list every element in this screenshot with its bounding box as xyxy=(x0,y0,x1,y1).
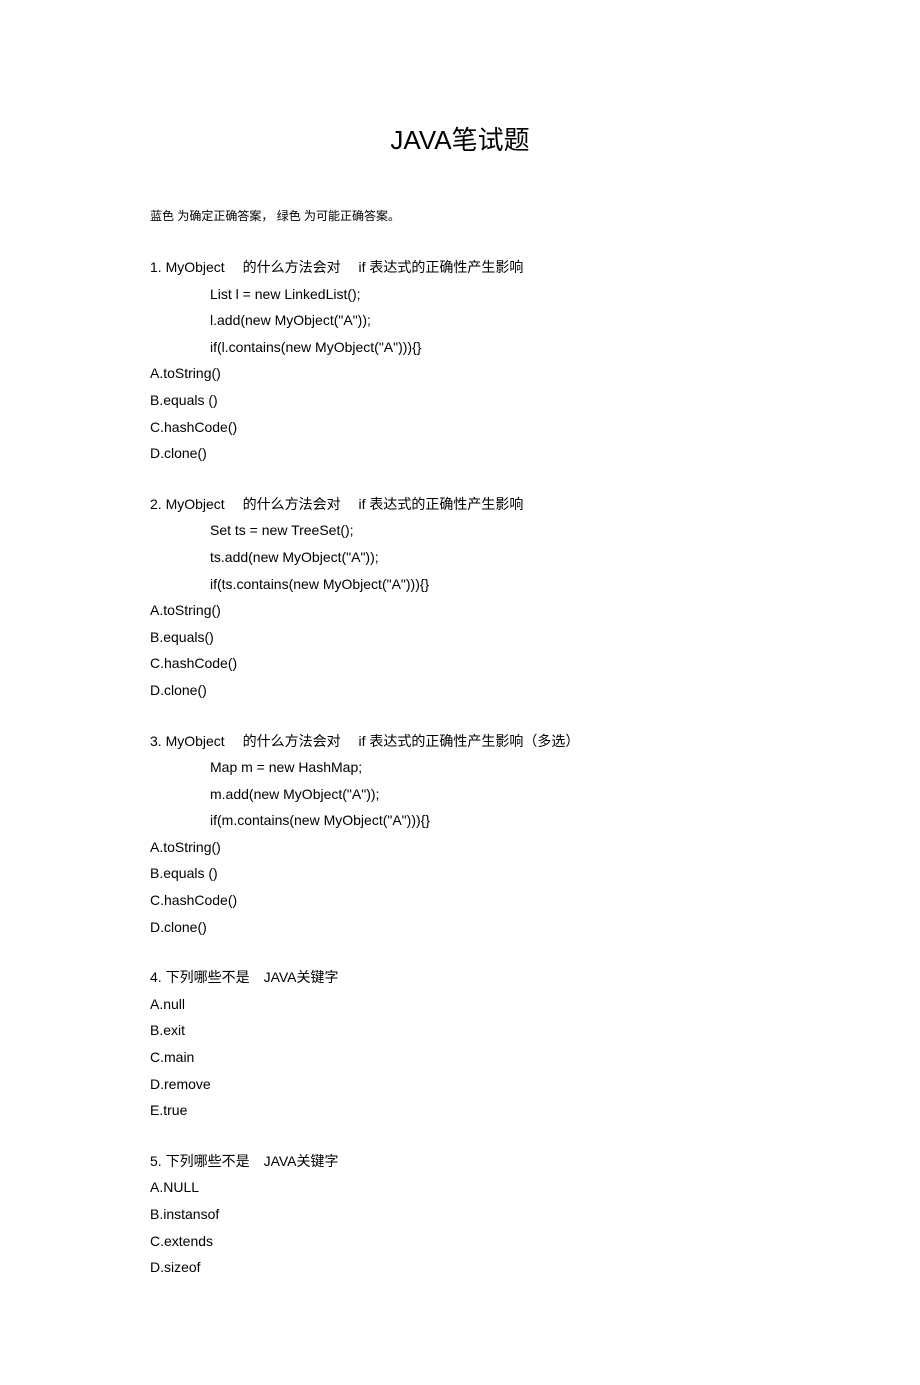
q5-option-b: B.instansof xyxy=(150,1201,770,1228)
q5-option-c: C.extends xyxy=(150,1228,770,1255)
q1-code-3: if(l.contains(new MyObject("A"))){} xyxy=(150,334,770,361)
q2-option-a: A.toString() xyxy=(150,597,770,624)
q4-option-a: A.null xyxy=(150,991,770,1018)
document-page: JAVA笔试题 蓝色 为确定正确答案， 绿色 为可能正确答案。 1. MyObj… xyxy=(0,0,920,1385)
q1-code-1: List l = new LinkedList(); xyxy=(150,281,770,308)
question-4: 4. 下列哪些不是 JAVA关键字 A.null B.exit C.main D… xyxy=(150,964,770,1124)
q4-option-c: C.main xyxy=(150,1044,770,1071)
q1-option-c: C.hashCode() xyxy=(150,414,770,441)
q4-option-d: D.remove xyxy=(150,1071,770,1098)
q2-code-1: Set ts = new TreeSet(); xyxy=(150,517,770,544)
question-1: 1. MyObject 的什么方法会对 if 表达式的正确性产生影响 List … xyxy=(150,254,770,467)
q3-code-1: Map m = new HashMap; xyxy=(150,754,770,781)
q3-code-3: if(m.contains(new MyObject("A"))){} xyxy=(150,807,770,834)
q5-option-d: D.sizeof xyxy=(150,1254,770,1281)
question-2: 2. MyObject 的什么方法会对 if 表达式的正确性产生影响 Set t… xyxy=(150,491,770,704)
q3-option-a: A.toString() xyxy=(150,834,770,861)
page-title: JAVA笔试题 xyxy=(150,120,770,157)
q1-head: 1. MyObject 的什么方法会对 if 表达式的正确性产生影响 xyxy=(150,254,770,281)
q2-option-d: D.clone() xyxy=(150,677,770,704)
q3-option-b: B.equals () xyxy=(150,860,770,887)
q2-code-2: ts.add(new MyObject("A")); xyxy=(150,544,770,571)
q5-option-a: A.NULL xyxy=(150,1174,770,1201)
q4-option-e: E.true xyxy=(150,1097,770,1124)
q4-head: 4. 下列哪些不是 JAVA关键字 xyxy=(150,964,770,991)
q4-option-b: B.exit xyxy=(150,1017,770,1044)
q3-head: 3. MyObject 的什么方法会对 if 表达式的正确性产生影响（多选） xyxy=(150,728,770,755)
q3-option-c: C.hashCode() xyxy=(150,887,770,914)
q2-option-b: B.equals() xyxy=(150,624,770,651)
q3-code-2: m.add(new MyObject("A")); xyxy=(150,781,770,808)
note-blue: 蓝色 为确定正确答案， xyxy=(150,209,273,223)
q1-code-2: l.add(new MyObject("A")); xyxy=(150,307,770,334)
question-5: 5. 下列哪些不是 JAVA关键字 A.NULL B.instansof C.e… xyxy=(150,1148,770,1281)
q1-option-d: D.clone() xyxy=(150,440,770,467)
q3-option-d: D.clone() xyxy=(150,914,770,941)
question-3: 3. MyObject 的什么方法会对 if 表达式的正确性产生影响（多选） M… xyxy=(150,728,770,941)
legend-note: 蓝色 为确定正确答案， 绿色 为可能正确答案。 xyxy=(150,207,770,224)
q1-option-a: A.toString() xyxy=(150,360,770,387)
q2-option-c: C.hashCode() xyxy=(150,650,770,677)
q1-option-b: B.equals () xyxy=(150,387,770,414)
q2-code-3: if(ts.contains(new MyObject("A"))){} xyxy=(150,571,770,598)
q5-head: 5. 下列哪些不是 JAVA关键字 xyxy=(150,1148,770,1175)
q2-head: 2. MyObject 的什么方法会对 if 表达式的正确性产生影响 xyxy=(150,491,770,518)
note-green: 绿色 为可能正确答案。 xyxy=(277,209,400,223)
